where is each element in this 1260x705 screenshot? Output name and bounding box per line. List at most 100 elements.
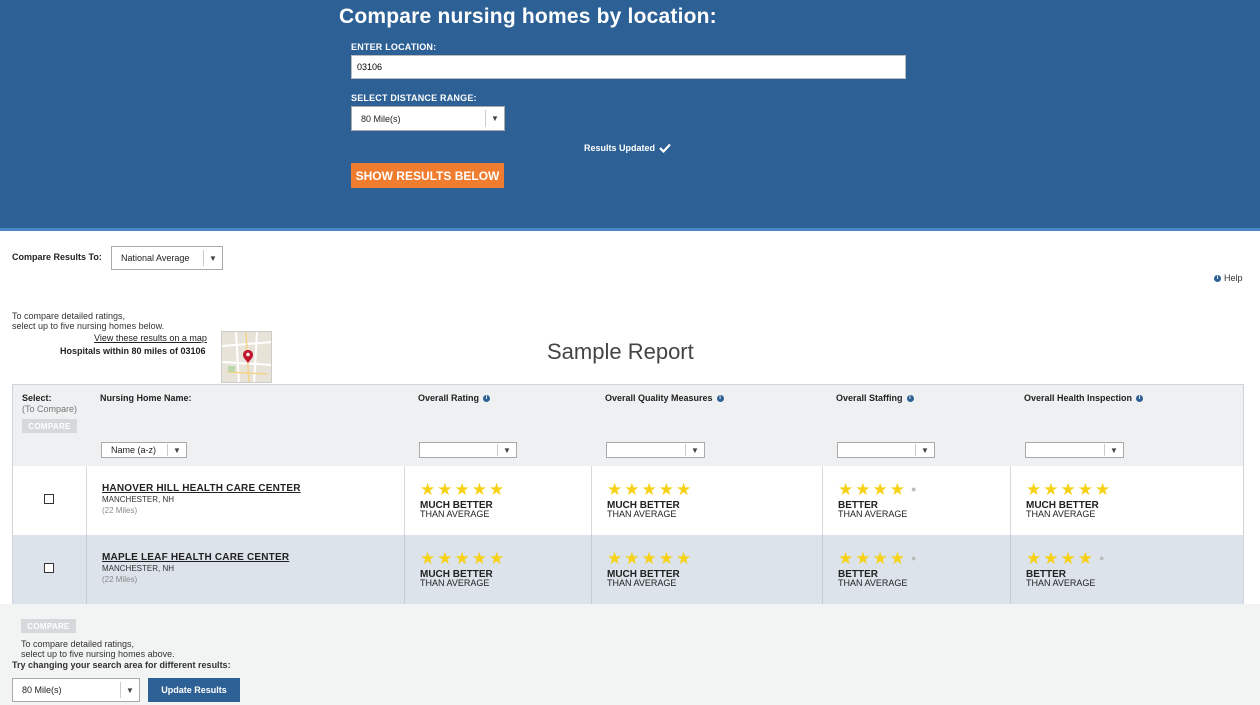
info-icon[interactable]: i (483, 394, 491, 402)
star-filled-icon: ★ (1043, 480, 1059, 499)
info-icon[interactable]: i (716, 394, 724, 402)
map-image (222, 332, 271, 382)
bottom-distance-value: 80 Mile(s) (22, 685, 62, 695)
star-rating: ★ ★ ★ ★ ● (838, 550, 916, 567)
update-results-button[interactable]: Update Results (148, 678, 240, 702)
star-filled-icon: ★ (838, 480, 854, 499)
results-updated-text: Results Updated (584, 143, 656, 153)
nursing-home-city: MANCHESTER, NH (102, 564, 175, 573)
location-input[interactable] (351, 55, 906, 79)
star-empty-icon: ● (911, 484, 917, 494)
star-rating: ★ ★ ★ ★ ● (1026, 550, 1104, 567)
map-thumbnail[interactable] (221, 331, 272, 383)
select-checkbox[interactable] (44, 494, 54, 504)
star-rating: ★ ★ ★ ★ ★ (607, 550, 691, 567)
compare-to-label: Compare Results To: (12, 252, 102, 262)
star-filled-icon: ★ (641, 480, 657, 499)
rating-text: BETTER THAN AVERAGE (838, 501, 907, 519)
rating-text: BETTER THAN AVERAGE (838, 570, 908, 588)
star-filled-icon: ★ (889, 480, 905, 499)
rating-text: MUCH BETTER THAN AVERAGE (420, 501, 493, 519)
checkmark-icon (659, 143, 671, 153)
select-checkbox[interactable] (44, 563, 54, 573)
info-icon[interactable]: i (906, 394, 914, 402)
table-row: MAPLE LEAF HEALTH CARE CENTER MANCHESTER… (13, 535, 1243, 604)
star-rating: ★ ★ ★ ★ ★ (420, 550, 504, 567)
star-filled-icon: ★ (872, 480, 888, 499)
rating-text: MUCH BETTER THAN AVERAGE (1026, 501, 1099, 519)
search-panel: Compare nursing homes by location: ENTER… (0, 0, 1260, 231)
star-filled-icon: ★ (437, 549, 453, 568)
compare-to-select[interactable]: National Average ▼ (111, 246, 223, 270)
star-filled-icon: ★ (471, 480, 487, 499)
health-inspection-filter[interactable]: ▼ (1025, 442, 1124, 458)
info-icon[interactable]: i (1136, 394, 1144, 402)
location-label: ENTER LOCATION: (351, 42, 437, 52)
name-header: Nursing Home Name: (100, 393, 192, 403)
star-rating: ★ ★ ★ ★ ● (838, 481, 916, 498)
star-filled-icon: ★ (471, 549, 487, 568)
star-filled-icon: ★ (641, 549, 657, 568)
star-rating: ★ ★ ★ ★ ★ (607, 481, 691, 498)
star-filled-icon: ★ (1026, 480, 1042, 499)
view-map-link[interactable]: View these results on a map (94, 333, 207, 343)
star-filled-icon: ★ (454, 480, 470, 499)
nursing-home-link[interactable]: MAPLE LEAF HEALTH CARE CENTER (102, 552, 289, 563)
star-filled-icon: ★ (454, 549, 470, 568)
star-filled-icon: ★ (872, 549, 888, 568)
try-changing-text: Try changing your search area for differ… (12, 660, 231, 670)
distance-label: SELECT DISTANCE RANGE: (351, 93, 477, 103)
staffing-filter[interactable]: ▼ (837, 442, 935, 458)
bottom-distance-select[interactable]: 80 Mile(s) ▼ (12, 678, 140, 702)
star-filled-icon: ★ (676, 549, 692, 568)
star-filled-icon: ★ (1077, 480, 1093, 499)
chevron-down-icon: ▼ (203, 250, 222, 266)
results-updated-status: Results Updated (584, 143, 671, 153)
hospitals-text: Hospitals within 80 miles of 03106 (60, 346, 206, 356)
page-title: Compare nursing homes by location: (339, 5, 717, 28)
staffing-header-label: Overall Staffing (836, 393, 903, 403)
help-label: Help (1224, 273, 1243, 283)
nursing-home-city: MANCHESTER, NH (102, 495, 175, 504)
rating-line2: THAN AVERAGE (838, 578, 908, 588)
health-inspection-header: Overall Health Inspection i (1024, 393, 1144, 403)
chevron-down-icon: ▼ (497, 444, 516, 456)
compare-button-top[interactable]: COMPARE (22, 419, 77, 433)
star-filled-icon: ★ (676, 480, 692, 499)
chevron-down-icon: ▼ (915, 444, 934, 456)
distance-select[interactable]: 80 Mile(s) ▼ (351, 106, 505, 131)
staffing-header: Overall Staffing i (836, 393, 914, 403)
bottom-note-line1: To compare detailed ratings, (21, 639, 135, 649)
rating-text: MUCH BETTER THAN AVERAGE (420, 570, 493, 588)
star-filled-icon: ★ (437, 480, 453, 499)
table-row: HANOVER HILL HEALTH CARE CENTER MANCHEST… (13, 466, 1243, 535)
quality-measures-filter[interactable]: ▼ (606, 442, 705, 458)
bottom-note-line2: select up to five nursing homes above. (21, 649, 175, 659)
chevron-down-icon: ▼ (685, 444, 704, 456)
star-filled-icon: ★ (624, 480, 640, 499)
star-filled-icon: ★ (607, 480, 623, 499)
rating-text: MUCH BETTER THAN AVERAGE (607, 501, 680, 519)
star-filled-icon: ★ (1060, 549, 1076, 568)
show-results-button[interactable]: SHOW RESULTS BELOW (351, 163, 504, 188)
help-link[interactable]: i Help (1214, 273, 1243, 283)
compare-note-line1: To compare detailed ratings, (12, 311, 126, 321)
distance-select-value: 80 Mile(s) (361, 113, 401, 124)
compare-button-bottom[interactable]: COMPARE (21, 619, 76, 633)
name-sort-select[interactable]: Name (a-z) ▼ (101, 442, 187, 458)
nursing-home-link[interactable]: HANOVER HILL HEALTH CARE CENTER (102, 483, 301, 494)
star-filled-icon: ★ (855, 549, 871, 568)
nursing-home-distance: (22 Miles) (102, 506, 138, 515)
rating-line2: THAN AVERAGE (420, 578, 490, 588)
quality-measures-header: Overall Quality Measures i (605, 393, 724, 403)
rating-line2: THAN AVERAGE (420, 509, 490, 519)
rating-line2: THAN AVERAGE (1026, 509, 1096, 519)
star-filled-icon: ★ (1077, 549, 1093, 568)
star-empty-icon: ● (911, 553, 917, 563)
rating-line2: THAN AVERAGE (607, 509, 677, 519)
overall-rating-filter[interactable]: ▼ (419, 442, 517, 458)
rating-line2: THAN AVERAGE (607, 578, 677, 588)
star-filled-icon: ★ (420, 480, 436, 499)
star-filled-icon: ★ (624, 549, 640, 568)
overall-rating-header: Overall Rating i (418, 393, 491, 403)
